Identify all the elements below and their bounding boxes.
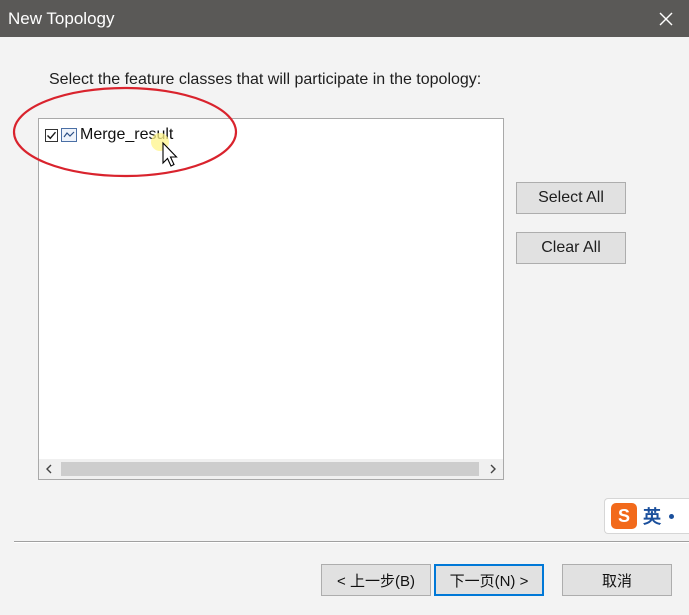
- ime-language-indicator: 英: [643, 507, 661, 527]
- list-item[interactable]: Merge_result: [45, 124, 173, 146]
- feature-class-label: Merge_result: [80, 126, 174, 143]
- sogou-logo-icon: S: [611, 503, 637, 529]
- title-bar: New Topology: [0, 0, 689, 37]
- instruction-label: Select the feature classes that will par…: [49, 71, 482, 88]
- close-button[interactable]: [643, 0, 689, 37]
- scroll-right-button[interactable]: [483, 459, 503, 479]
- scroll-left-button[interactable]: [39, 459, 59, 479]
- horizontal-scrollbar[interactable]: [39, 459, 503, 479]
- back-button[interactable]: < 上一步(B): [321, 564, 431, 596]
- chevron-left-icon: [46, 464, 52, 474]
- footer-separator: [14, 541, 689, 543]
- select-all-button[interactable]: Select All: [516, 182, 626, 214]
- new-topology-dialog: New Topology Select the feature classes …: [0, 0, 689, 615]
- checkbox[interactable]: [45, 128, 58, 142]
- ime-punctuation-icon: [669, 513, 674, 519]
- feature-class-list[interactable]: Merge_result: [38, 118, 504, 480]
- scrollbar-thumb[interactable]: [61, 462, 479, 476]
- ime-status-bar[interactable]: S 英: [604, 498, 689, 534]
- close-icon: [659, 12, 673, 25]
- checkmark-icon: [47, 131, 57, 139]
- line-feature-class-icon: [61, 128, 77, 142]
- window-title: New Topology: [8, 9, 115, 28]
- next-button[interactable]: 下一页(N) >: [434, 564, 544, 596]
- chevron-right-icon: [490, 464, 496, 474]
- clear-all-button[interactable]: Clear All: [516, 232, 626, 264]
- cancel-button[interactable]: 取消: [562, 564, 672, 596]
